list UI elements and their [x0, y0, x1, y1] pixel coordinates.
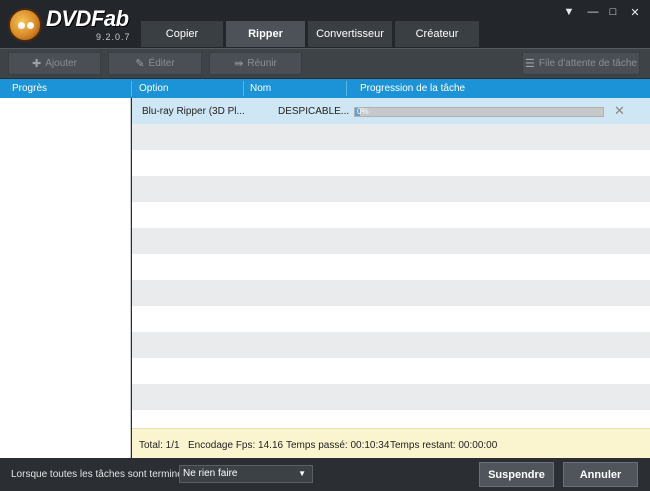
remove-task-icon[interactable]: ✕: [614, 103, 625, 119]
merge-button[interactable]: ⇛ Réunir: [209, 52, 302, 75]
header-progress-label: Progrès: [12, 83, 48, 94]
table-row: [132, 358, 650, 384]
column-name[interactable]: Nom: [250, 83, 271, 94]
column-task-progress[interactable]: Progression de la tâche: [360, 83, 465, 94]
main-tabs: Copier Ripper Convertisseur Créateur: [140, 20, 481, 47]
dvdfab-logo-icon: [8, 8, 42, 42]
task-progress-bar: 0%: [354, 107, 604, 117]
menu-dropdown-icon[interactable]: ▼: [561, 6, 577, 18]
tab-copier[interactable]: Copier: [140, 20, 224, 47]
tab-convertisseur[interactable]: Convertisseur: [307, 20, 393, 47]
table-row: [132, 202, 650, 228]
app-brand: DVDFab: [46, 6, 129, 31]
task-queue-button[interactable]: ☰ File d'attente de tâche: [522, 52, 640, 75]
close-icon[interactable]: ✕: [627, 6, 643, 19]
app-version: 9.2.0.7: [96, 32, 131, 42]
status-time-remaining: Temps restant: 00:00:00: [390, 440, 498, 451]
list-header: Progrès Option Nom Progression de la tâc…: [0, 79, 650, 98]
task-progress-text: 0%: [357, 107, 369, 116]
table-row: [132, 228, 650, 254]
status-total: Total: 1/1: [139, 440, 180, 451]
table-row: [132, 150, 650, 176]
table-row: [132, 384, 650, 410]
merge-icon: ⇛: [234, 58, 244, 70]
table-row: [132, 280, 650, 306]
table-row: [132, 124, 650, 150]
merge-button-label: Réunir: [247, 58, 277, 69]
edit-icon: ✎: [135, 58, 145, 70]
status-bar: Total: 1/1 Encodage Fps: 14.16 Temps pas…: [132, 428, 650, 458]
status-encoding-fps: Encodage Fps: 14.16: [188, 440, 284, 451]
list-icon: ☰: [525, 58, 535, 70]
column-option[interactable]: Option: [139, 83, 168, 94]
add-button-label: Ajouter: [45, 58, 77, 69]
suspend-button[interactable]: Suspendre: [479, 462, 554, 487]
title-bar: DVDFab 9.2.0.7 Copier Ripper Convertisse…: [0, 0, 650, 48]
edit-button[interactable]: ✎ Éditer: [108, 52, 202, 75]
table-row: [132, 306, 650, 332]
when-done-value: Ne rien faire: [183, 468, 238, 479]
tab-ripper[interactable]: Ripper: [225, 20, 306, 47]
add-button[interactable]: ✚ Ajouter: [8, 52, 101, 75]
table-row: [132, 410, 650, 428]
toolbar: ✚ Ajouter ✎ Éditer ⇛ Réunir ☰ File d'att…: [0, 48, 650, 78]
table-row: [132, 176, 650, 202]
table-row[interactable]: Blu-ray Ripper (3D Pl... DESPICABLE... 0…: [132, 98, 650, 124]
tab-createur[interactable]: Créateur: [394, 20, 480, 47]
chevron-down-icon: ▼: [298, 469, 306, 478]
table-row: [132, 332, 650, 358]
table-row: [132, 254, 650, 280]
cancel-button[interactable]: Annuler: [563, 462, 638, 487]
when-done-select[interactable]: Ne rien faire ▼: [179, 465, 313, 483]
status-time-elapsed: Temps passé: 00:10:34: [286, 440, 390, 451]
edit-button-label: Éditer: [148, 58, 175, 69]
task-list: Blu-ray Ripper (3D Pl... DESPICABLE... 0…: [132, 98, 650, 428]
progress-panel: [0, 98, 131, 458]
plus-icon: ✚: [32, 58, 42, 70]
when-done-label: Lorsque toutes les tâches sont terminées…: [11, 469, 197, 480]
task-option: Blu-ray Ripper (3D Pl...: [142, 106, 245, 117]
maximize-icon[interactable]: □: [605, 6, 621, 18]
task-queue-button-label: File d'attente de tâche: [538, 58, 637, 69]
bottom-bar: Lorsque toutes les tâches sont terminées…: [0, 458, 650, 491]
minimize-icon[interactable]: —: [585, 6, 601, 18]
task-name: DESPICABLE...: [278, 106, 350, 117]
